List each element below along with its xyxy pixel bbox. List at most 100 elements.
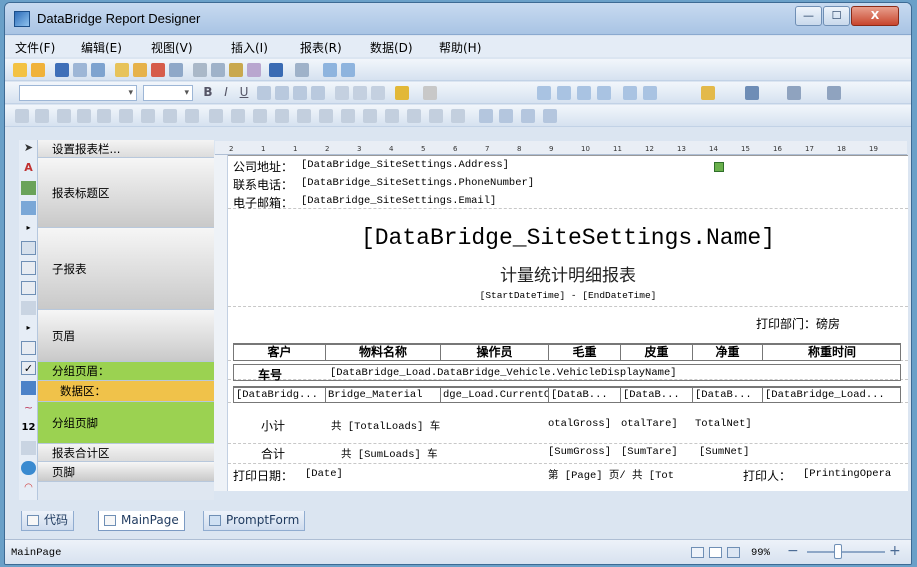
cut-icon[interactable]	[193, 63, 207, 77]
band-data[interactable]: 数据区：	[38, 381, 214, 402]
send-back-icon[interactable]	[407, 109, 421, 123]
align-lefts-icon[interactable]	[15, 109, 29, 123]
close-button[interactable]: X	[851, 6, 899, 26]
matrix-tool-icon[interactable]	[21, 301, 36, 315]
same-width-icon[interactable]	[141, 109, 155, 123]
zoom-slider-thumb[interactable]	[834, 544, 842, 559]
col-net-header[interactable]: 净重	[693, 344, 763, 361]
sparkline-tool-icon[interactable]: ~	[21, 401, 36, 415]
site-name-title[interactable]: [DataBridge_SiteSettings.Name]	[228, 225, 908, 251]
report-subtitle[interactable]: 计量统计明细报表	[228, 261, 908, 286]
insert-icon[interactable]	[133, 63, 147, 77]
border-all-icon[interactable]	[623, 86, 637, 100]
align-middles-icon[interactable]	[97, 109, 111, 123]
table-tool-icon[interactable]	[21, 261, 36, 275]
border-top-icon[interactable]	[537, 86, 551, 100]
logo-image-icon[interactable]	[714, 162, 724, 172]
data-material-field[interactable]: Bridge_Material	[326, 387, 441, 403]
pointer-tool-icon[interactable]: ➤	[21, 141, 36, 155]
band-settings-header[interactable]: 设置报表栏...	[38, 140, 214, 158]
subtotal-count-field[interactable]: 共 [TotalLoads] 车	[331, 418, 467, 433]
crosstab-tool-icon[interactable]	[21, 281, 36, 295]
col-gross-header[interactable]: 毛重	[549, 344, 621, 361]
line-style-icon[interactable]	[787, 86, 801, 100]
subreport-tool-icon[interactable]	[21, 241, 36, 255]
ungroup-icon[interactable]	[451, 109, 465, 123]
preview-icon[interactable]	[91, 63, 105, 77]
font-size-combo[interactable]: ▾	[143, 85, 193, 101]
band-page-header[interactable]: 页眉	[38, 310, 214, 362]
line-color-icon[interactable]	[745, 86, 759, 100]
data-net-field[interactable]: [DataB...	[693, 387, 763, 403]
col-tare-header[interactable]: 皮重	[621, 344, 693, 361]
phone-field[interactable]: [DataBridge_SiteSettings.PhoneNumber]	[301, 177, 549, 189]
maximize-button[interactable]: ☐	[823, 6, 850, 26]
page-info-field[interactable]: 第 [Page] 页/ 共 [Tot	[548, 467, 674, 482]
band-group-header[interactable]: 分组页眉：	[38, 362, 214, 381]
total-count-field[interactable]: 共 [SumLoads] 车	[341, 446, 467, 461]
print-date-field[interactable]: [Date]	[305, 468, 445, 480]
vspace-inc-icon[interactable]	[297, 109, 311, 123]
col-customer-header[interactable]: 客户	[234, 344, 326, 361]
data-gross-field[interactable]: [DataB...	[549, 387, 621, 403]
menu-view[interactable]: 视图(V)	[151, 39, 193, 56]
checkbox-tool-icon[interactable]: ✓	[21, 361, 36, 375]
hspace-inc-icon[interactable]	[231, 109, 245, 123]
total-tare-field[interactable]: [SumTare]	[621, 446, 691, 458]
open-folder-icon[interactable]	[31, 63, 45, 77]
expand-arrow-icon[interactable]: ▸	[21, 221, 36, 235]
valign-bottom-icon[interactable]	[371, 86, 385, 100]
border-bottom-icon[interactable]	[557, 86, 571, 100]
line-width-icon[interactable]	[827, 86, 841, 100]
map-tool-icon[interactable]	[21, 461, 36, 475]
undo-icon[interactable]	[269, 63, 283, 77]
align-grid-icon[interactable]	[323, 63, 337, 77]
band-subreport[interactable]: 子报表	[38, 228, 214, 310]
chart-tool-icon[interactable]	[21, 381, 36, 395]
copy-icon[interactable]	[211, 63, 225, 77]
back-color-icon[interactable]	[701, 86, 715, 100]
underline-button[interactable]: U	[237, 85, 251, 99]
layout-icon[interactable]	[341, 63, 355, 77]
plate-field[interactable]: [DataBridge_Load.DataBridge_Vehicle.Vehi…	[330, 367, 710, 379]
data-time-field[interactable]: [DataBridge_Load...	[763, 387, 901, 403]
hspace-equal-icon[interactable]	[209, 109, 223, 123]
text-tool-icon[interactable]: A	[21, 161, 36, 175]
number-tool-icon[interactable]: 12	[21, 421, 36, 435]
view-page-icon[interactable]	[709, 547, 722, 558]
subtotal-net-field[interactable]: TotalNet]	[695, 418, 761, 430]
align-left-icon[interactable]	[257, 86, 271, 100]
total-label[interactable]: 合计	[261, 445, 285, 462]
snap-icon[interactable]	[499, 109, 513, 123]
tab-promptform[interactable]: PromptForm	[203, 511, 306, 531]
richtext-tool-icon[interactable]	[21, 341, 36, 355]
new-report-icon[interactable]	[13, 63, 27, 77]
align-center-icon[interactable]	[275, 86, 289, 100]
justify-icon[interactable]	[311, 86, 325, 100]
date-range-field[interactable]: [StartDateTime] - [EndDateTime]	[228, 290, 908, 301]
menu-data[interactable]: 数据(D)	[370, 39, 413, 56]
menu-report[interactable]: 报表(R)	[300, 39, 342, 56]
properties-icon[interactable]	[169, 63, 183, 77]
lock-icon[interactable]	[521, 109, 535, 123]
expand-arrow-2-icon[interactable]: ▸	[21, 321, 36, 335]
col-material-header[interactable]: 物料名称	[326, 344, 441, 361]
center-horiz-icon[interactable]	[341, 109, 355, 123]
align-rights-icon[interactable]	[57, 109, 71, 123]
vspace-dec-icon[interactable]	[319, 109, 333, 123]
address-field[interactable]: [DataBridge_SiteSettings.Address]	[301, 159, 549, 171]
zoom-slider-track[interactable]	[807, 551, 885, 553]
zoom-in-button[interactable]: +	[889, 543, 901, 559]
data-operator-field[interactable]: dge_Load.CurrentO	[441, 387, 549, 403]
paste-icon[interactable]	[115, 63, 129, 77]
col-time-header[interactable]: 称重时间	[763, 344, 901, 361]
minimize-button[interactable]: —	[795, 6, 822, 26]
align-tops-icon[interactable]	[77, 109, 91, 123]
vspace-equal-icon[interactable]	[275, 109, 289, 123]
same-size-icon[interactable]	[185, 109, 199, 123]
email-field[interactable]: [DataBridge_SiteSettings.Email]	[301, 195, 549, 207]
format-painter-icon[interactable]	[247, 63, 261, 77]
italic-button[interactable]: I	[219, 85, 233, 99]
print-dept-label[interactable]: 打印部门：磅房	[756, 315, 840, 332]
col-operator-header[interactable]: 操作员	[441, 344, 549, 361]
